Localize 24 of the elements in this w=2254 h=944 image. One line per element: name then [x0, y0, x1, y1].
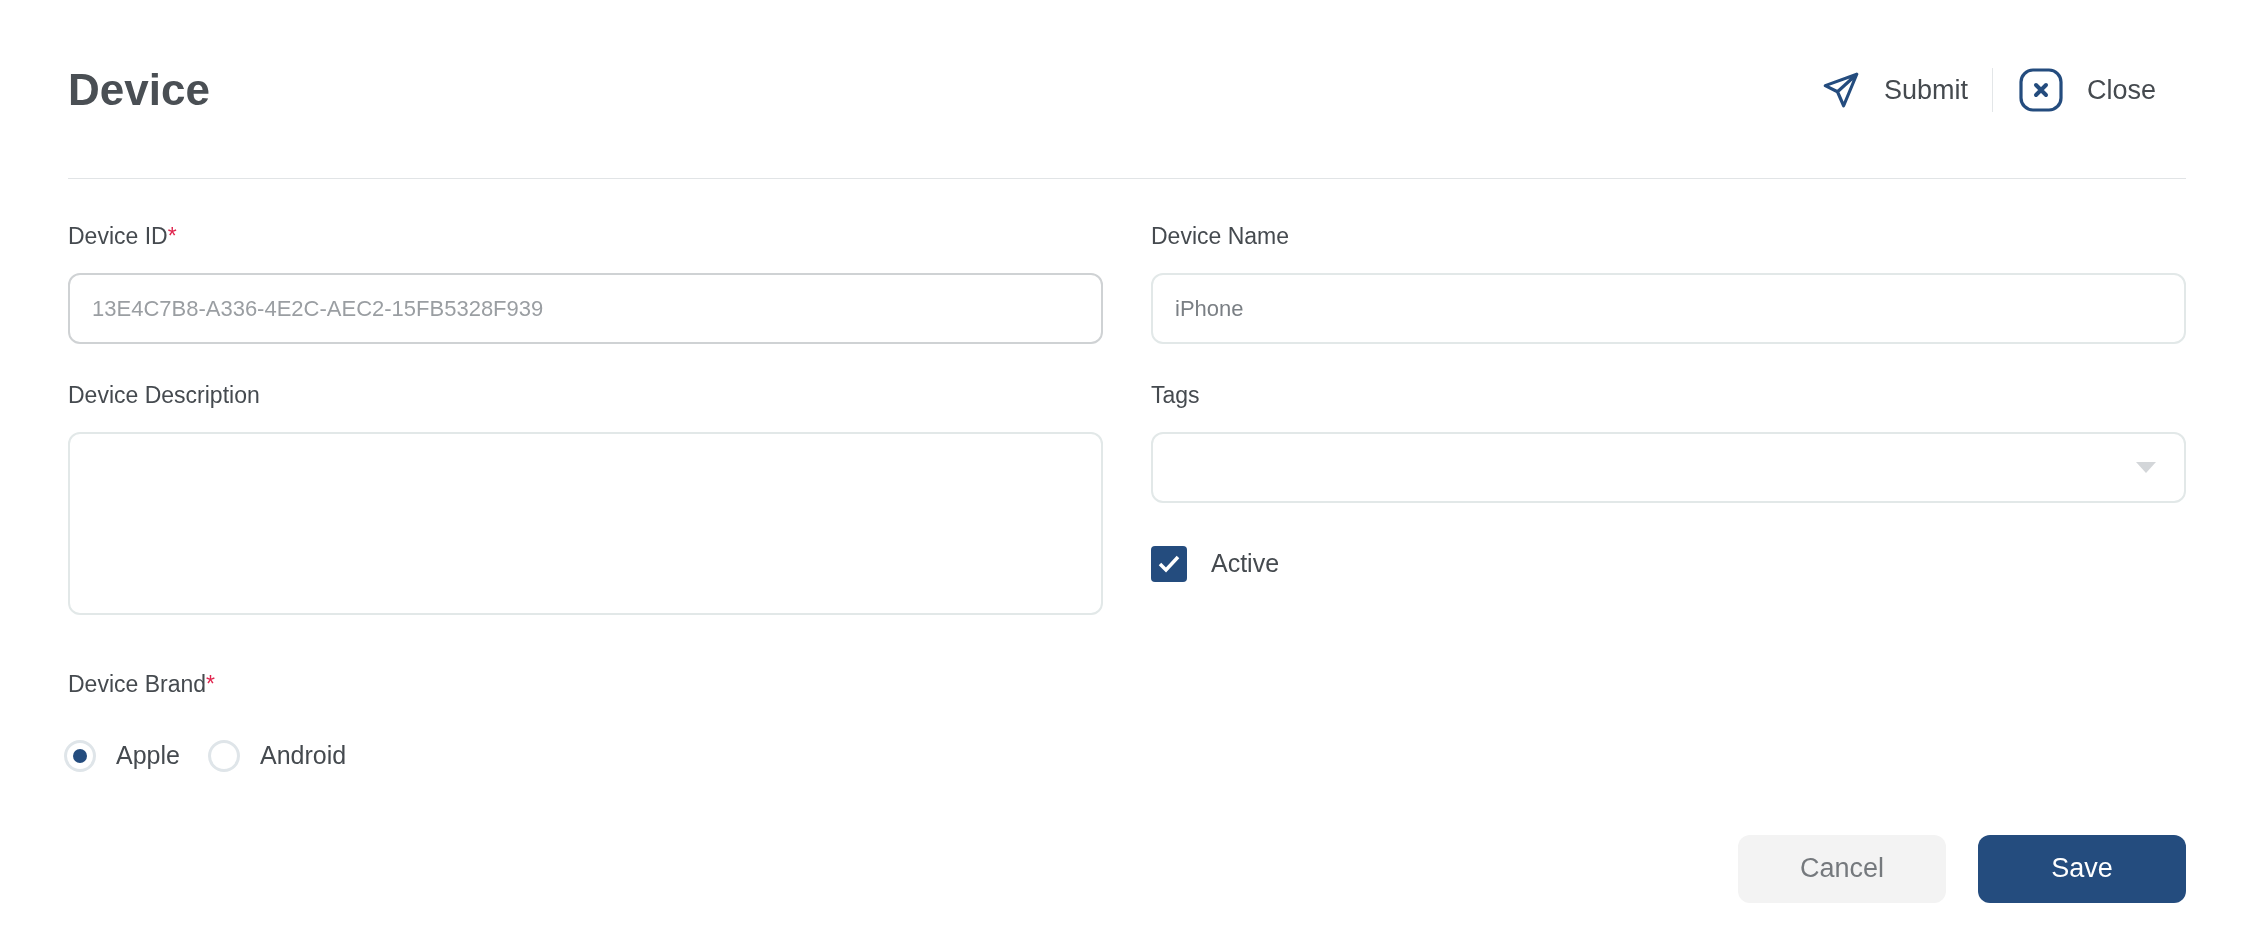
description-field[interactable]	[68, 432, 1103, 615]
submit-button[interactable]: Submit	[1819, 68, 1968, 112]
save-button[interactable]: Save	[1978, 834, 2186, 903]
radio-button[interactable]	[64, 739, 96, 772]
device-name-field[interactable]: iPhone	[1151, 273, 2186, 344]
dropdown-caret-icon	[2136, 462, 2156, 473]
check-icon	[1157, 553, 1181, 574]
radio-button[interactable]	[207, 739, 240, 772]
radio-label: Apple	[116, 740, 180, 771]
field-label: Device Brand*	[68, 670, 217, 699]
tags-dropdown[interactable]	[1151, 432, 2186, 503]
field-label: Tags	[1151, 381, 1201, 410]
required-mark: *	[167, 223, 177, 249]
checkbox-label: Active	[1211, 548, 1280, 579]
close-icon	[2016, 66, 2065, 114]
close-button[interactable]: Close	[2016, 66, 2156, 114]
required-mark: *	[206, 671, 216, 697]
field-label: Device Name	[1151, 222, 1291, 251]
page-title: Device	[68, 64, 210, 116]
cancel-button[interactable]: Cancel	[1738, 834, 1946, 903]
checkbox[interactable]	[1151, 545, 1187, 582]
field-label: Device Description	[68, 381, 261, 410]
field-label: Device ID*	[68, 222, 178, 251]
radio-label: Android	[259, 740, 347, 771]
